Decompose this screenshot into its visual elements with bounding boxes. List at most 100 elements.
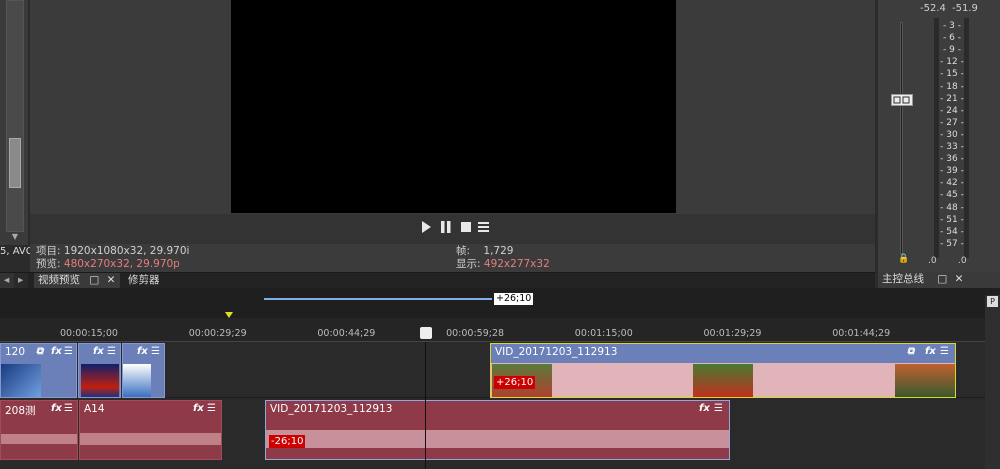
- menu-icon[interactable]: ☰: [151, 346, 160, 357]
- scroll-down-arrow-icon[interactable]: ▼: [7, 232, 23, 242]
- menu-icon[interactable]: ☰: [64, 403, 73, 414]
- crop-icon[interactable]: ⧉: [907, 346, 914, 357]
- meter-scale-label: - 24 -: [940, 105, 964, 116]
- master-fader-handle[interactable]: [891, 94, 913, 106]
- meter-scale-label: - 42 -: [940, 178, 964, 189]
- loop-length-label: +26;10: [494, 293, 534, 305]
- ruler-tick-label: 00:00:15;00: [60, 328, 118, 339]
- playhead-handle-icon[interactable]: [420, 327, 432, 339]
- preview-value: 480x270x32, 29.970p: [63, 258, 180, 270]
- playhead-line: [425, 342, 426, 469]
- frame-label: 帧:: [456, 245, 471, 257]
- video-clip-selected[interactable]: VID_20171203_112913 ⧉ fx ☰ +26;10: [490, 343, 956, 398]
- audio-clip[interactable]: VID_20171203_112913 fx ☰ -26;10: [265, 400, 730, 460]
- menu-icon[interactable]: ☰: [940, 346, 949, 357]
- project-value: 1920x1080x32, 29.970i: [63, 245, 190, 257]
- meter-scale-label: - 9 -: [943, 45, 961, 56]
- clip-title: A14: [84, 403, 105, 415]
- meter-bottom-right: .0: [958, 256, 967, 266]
- lock-icon[interactable]: 🔒: [898, 254, 909, 264]
- tab-master-bus-label: 主控总线: [882, 273, 924, 285]
- fx-icon[interactable]: fx: [137, 346, 148, 357]
- display-value: 492x277x32: [483, 258, 550, 270]
- fx-icon[interactable]: fx: [93, 346, 104, 357]
- meter-scale-label: - 21 -: [940, 93, 964, 104]
- meter-scale-label: - 45 -: [940, 190, 964, 201]
- menu-icon[interactable]: [476, 219, 492, 235]
- master-fader-track[interactable]: [900, 22, 903, 254]
- left-panel-text: 5, AVC: [0, 246, 30, 257]
- meter-scale-label: - 48 -: [940, 202, 964, 213]
- tab-trimmer-label: 修剪器: [128, 274, 160, 286]
- meter-scale-label: - 36 -: [940, 154, 964, 165]
- clip-thumbnail: [895, 364, 955, 397]
- clip-thumbnail: [693, 364, 753, 397]
- project-label: 项目:: [36, 245, 61, 257]
- meter-scale-label: - 57 -: [940, 238, 964, 249]
- timeline-marker-bar: +26;10: [0, 288, 1000, 318]
- video-preview-canvas: [231, 0, 676, 213]
- video-clip[interactable]: 120 ⧉ fx ☰: [0, 343, 77, 398]
- stop-icon[interactable]: [458, 219, 474, 235]
- display-label: 显示:: [456, 258, 481, 270]
- offset-badge: -26;10: [269, 435, 306, 448]
- clip-title: 208测: [5, 405, 36, 417]
- video-clip[interactable]: fx ☰: [122, 343, 165, 398]
- timeline-tracks: 120 ⧉ fx ☰ fx ☰ fx ☰ VID_20171203_112913…: [0, 342, 985, 469]
- clip-thumbnail: [1, 364, 41, 397]
- meter-scale-label: - 33 -: [940, 142, 964, 152]
- tab-video-preview-label: 视频预览: [38, 274, 80, 286]
- pin-icon[interactable]: P: [987, 296, 998, 307]
- meter-scale-label: - 18 -: [940, 81, 964, 92]
- crop-icon[interactable]: ⧉: [36, 346, 43, 357]
- clip-title: VID_20171203_112913: [495, 346, 618, 358]
- close-icon[interactable]: ✕: [955, 273, 964, 285]
- meter-scale-label: - 27 -: [940, 117, 964, 128]
- tab-scroll-left-icon[interactable]: ◂: [0, 273, 14, 289]
- clip-thumbnail: [123, 364, 151, 397]
- video-clip[interactable]: fx ☰: [78, 343, 121, 398]
- tab-video-preview[interactable]: 视频预览 □ ✕: [34, 273, 120, 289]
- timeline-right-scrollbar[interactable]: P: [985, 295, 1000, 469]
- docking-tabs: ◂ ▸ 视频预览 □ ✕ 修剪器: [0, 272, 875, 289]
- master-bus-panel: -52.4 -51.9 🔒 - 3 - - 6 -- 9 -- 12 -- 15 …: [878, 0, 1000, 272]
- clip-title: VID_20171203_112913: [270, 403, 393, 415]
- ruler-tick-label: 00:00:59;28: [446, 328, 505, 339]
- fx-icon[interactable]: fx: [51, 346, 62, 357]
- audio-waveform: [80, 433, 221, 445]
- audio-clip[interactable]: 208测 fx ☰: [0, 400, 78, 460]
- maximize-icon[interactable]: □: [937, 273, 947, 285]
- preview-info: 项目: 1920x1080x32, 29.970i 预览: 480x270x32…: [36, 245, 876, 272]
- level-meter-left: [934, 18, 939, 258]
- peak-right: -51.9: [952, 3, 978, 14]
- meter-bottom-left: .0: [928, 256, 937, 266]
- loop-region[interactable]: [264, 298, 492, 300]
- left-scrollbar[interactable]: [6, 0, 24, 232]
- fx-icon[interactable]: fx: [193, 403, 204, 414]
- left-scrollbar-thumb[interactable]: [9, 138, 21, 188]
- pause-icon[interactable]: [438, 219, 454, 235]
- tab-trimmer[interactable]: 修剪器: [124, 273, 184, 289]
- fx-icon[interactable]: fx: [925, 346, 936, 357]
- menu-icon[interactable]: ☰: [107, 346, 116, 357]
- tab-scroll-right-icon[interactable]: ▸: [14, 273, 28, 289]
- maximize-icon[interactable]: □: [89, 274, 99, 286]
- fx-icon[interactable]: fx: [699, 403, 710, 414]
- play-icon[interactable]: [418, 219, 434, 235]
- ruler-tick-label: 00:00:29;29: [188, 328, 247, 339]
- clip-title: 120: [5, 346, 26, 358]
- meter-scale-label: - 3 -: [943, 21, 961, 31]
- menu-icon[interactable]: ☰: [714, 403, 723, 414]
- close-icon[interactable]: ✕: [107, 274, 116, 286]
- audio-waveform: [266, 430, 729, 448]
- audio-clip[interactable]: A14 fx ☰: [79, 400, 222, 460]
- menu-icon[interactable]: ☰: [207, 403, 216, 414]
- menu-icon[interactable]: ☰: [64, 346, 73, 357]
- meter-scale-label: - 12 -: [940, 57, 964, 68]
- timeline-ruler[interactable]: 00:00:15;00 00:00:29;29 00:00:44;29 00:00:5…: [0, 318, 985, 342]
- tab-master-bus[interactable]: 主控总线 □ ✕: [878, 272, 1000, 288]
- preview-label: 预览:: [36, 258, 61, 270]
- fx-icon[interactable]: fx: [51, 403, 62, 414]
- peak-left: -52.4: [920, 3, 946, 14]
- level-meter-right: [964, 18, 969, 258]
